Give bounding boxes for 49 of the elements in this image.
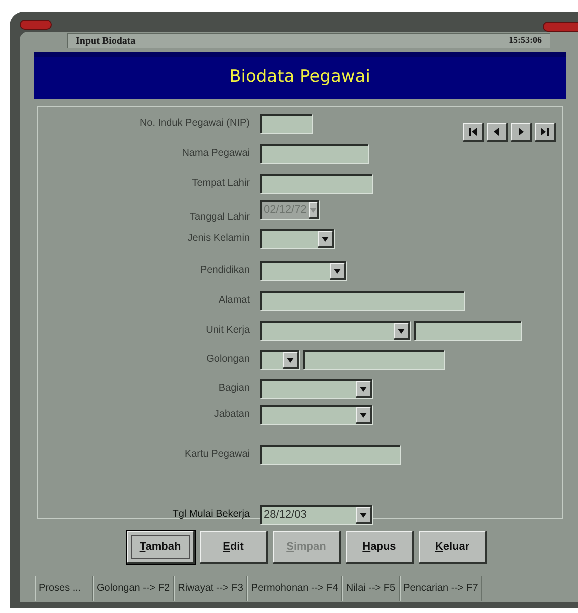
- triangle-right-icon: [516, 127, 526, 137]
- status-panel: Permohonan --> F4: [247, 576, 342, 601]
- skip-to-end-icon: [540, 127, 550, 137]
- clock: 15:53:06: [509, 34, 542, 48]
- status-panel: Pencarian --> F7: [400, 576, 482, 601]
- first-record-button[interactable]: [463, 123, 484, 142]
- text-field[interactable]: [260, 291, 465, 311]
- field-value: 28/12/03: [263, 510, 308, 521]
- triangle-left-icon: [492, 127, 502, 137]
- field-label: Pendidikan: [200, 265, 251, 277]
- action-button[interactable]: Edit: [200, 531, 268, 564]
- field-label: Nama Pegawai: [181, 148, 251, 160]
- field-label: Bagian: [218, 383, 251, 395]
- text-field[interactable]: [414, 321, 522, 341]
- text-field[interactable]: [260, 174, 373, 194]
- last-record-button[interactable]: [535, 123, 556, 142]
- text-field[interactable]: [260, 114, 313, 134]
- action-button[interactable]: Hapus: [346, 531, 414, 564]
- field-label: Jabatan: [213, 409, 251, 421]
- dropdown-field[interactable]: [260, 229, 335, 249]
- field-label: No. Induk Pegawai (NIP): [138, 118, 251, 130]
- banner-title: Biodata Pegawai: [230, 66, 370, 90]
- dropdown-field[interactable]: [260, 261, 347, 281]
- field-label: Jenis Kelamin: [186, 233, 251, 245]
- text-field[interactable]: [303, 350, 445, 370]
- dropdown-field[interactable]: 28/12/03: [260, 505, 373, 525]
- field-label: Alamat: [218, 295, 251, 307]
- text-field[interactable]: [260, 144, 369, 164]
- status-panel: Proses ...: [35, 576, 93, 601]
- field-label: Kartu Pegawai: [184, 449, 251, 461]
- text-field[interactable]: [260, 445, 401, 465]
- skip-to-start-icon: [468, 127, 478, 137]
- dropdown-field[interactable]: [260, 350, 300, 370]
- window-title: Input Biodata: [76, 34, 136, 48]
- field-label: Golongan: [206, 354, 251, 366]
- dropdown-field[interactable]: [260, 379, 373, 399]
- dropdown-field[interactable]: [260, 405, 373, 425]
- next-record-button[interactable]: [511, 123, 532, 142]
- status-panel: Riwayat --> F3: [174, 576, 248, 601]
- previous-record-button[interactable]: [487, 123, 508, 142]
- field-label: Tanggal Lahir: [188, 212, 251, 224]
- action-button[interactable]: Keluar: [419, 531, 487, 564]
- field-label: Tempat Lahir: [191, 178, 251, 190]
- field-label: Unit Kerja: [205, 325, 251, 337]
- status-panel: Nilai --> F5: [342, 576, 400, 601]
- status-panel: Golongan --> F2: [93, 576, 174, 601]
- action-button[interactable]: Tambah: [127, 531, 195, 564]
- dropdown-field[interactable]: [260, 321, 411, 341]
- field-label: Tgl Mulai Bekerja: [172, 509, 251, 521]
